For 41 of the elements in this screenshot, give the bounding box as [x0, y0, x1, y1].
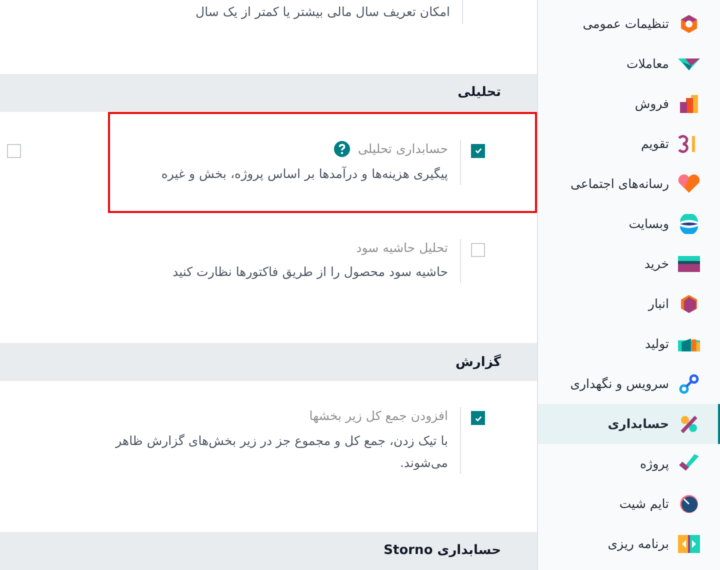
- help-icon[interactable]: [334, 141, 350, 158]
- sidebar-item[interactable]: فروش: [538, 84, 720, 124]
- check-icon: [474, 414, 482, 423]
- app-icon: [678, 94, 700, 114]
- section-header: حسابداری Storno: [0, 532, 537, 570]
- setting-title: حسابداری تحلیلی: [358, 140, 448, 158]
- app-icon: [678, 414, 700, 434]
- sidebar-item[interactable]: تنظیمات عمومی: [538, 4, 720, 44]
- sidebar-item[interactable]: پروژه: [538, 444, 720, 484]
- app-icon: [678, 374, 700, 394]
- app-icon: [678, 494, 700, 514]
- section-header: گزارش: [0, 343, 537, 382]
- sidebar-item[interactable]: وبسایت: [538, 204, 720, 244]
- app-icon: [678, 214, 700, 234]
- setting-description: حاشیه سود محصول را از طریق فاکتورها نظارت کنید: [172, 263, 448, 282]
- checkbox[interactable]: [471, 411, 485, 426]
- setting-description: با تیک زدن، جمع کل و مجموع جز در زیر بخش‌های گزارش ظاهر می‌شوند.: [114, 432, 448, 472]
- setting-title: تحلیل حاشیه سود: [356, 238, 448, 257]
- sidebar-item[interactable]: تایم شیت: [538, 484, 720, 524]
- app-icon: [678, 254, 700, 274]
- app-icon: [678, 534, 700, 554]
- sidebar-item[interactable]: حسابداری: [538, 404, 720, 444]
- setting-description: پیگیری هزینه‌ها و درآمدها بر اساس پروژه، بخش و غیره: [160, 164, 448, 183]
- setting-title: افزودن جمع کل زیر بخشها: [309, 407, 448, 426]
- app-icon: [678, 14, 700, 34]
- section-header: تحلیلی: [0, 74, 537, 112]
- sidebar-item[interactable]: انبار: [538, 284, 720, 324]
- sidebar-item[interactable]: سرویس و نگهداری: [538, 364, 720, 404]
- sidebar-item[interactable]: تولید: [538, 324, 720, 364]
- check-icon: [474, 146, 482, 156]
- checkbox[interactable]: [471, 242, 485, 256]
- sidebar-item[interactable]: معاملات: [538, 44, 720, 84]
- checkbox[interactable]: [471, 144, 485, 158]
- checkbox[interactable]: [7, 144, 21, 158]
- setting-description: امکان تعریف سال مالی بیشتر یا کمتر از یک سال: [196, 2, 450, 21]
- sidebar-item[interactable]: خرید: [538, 244, 720, 284]
- sidebar-item[interactable]: برنامه ریزی: [538, 524, 720, 564]
- sidebar-item[interactable]: تقویم: [538, 124, 720, 164]
- sidebar-item[interactable]: رسانه‌های اجتماعی: [538, 164, 720, 204]
- app-icon: [678, 174, 700, 194]
- app-icon: [678, 294, 700, 314]
